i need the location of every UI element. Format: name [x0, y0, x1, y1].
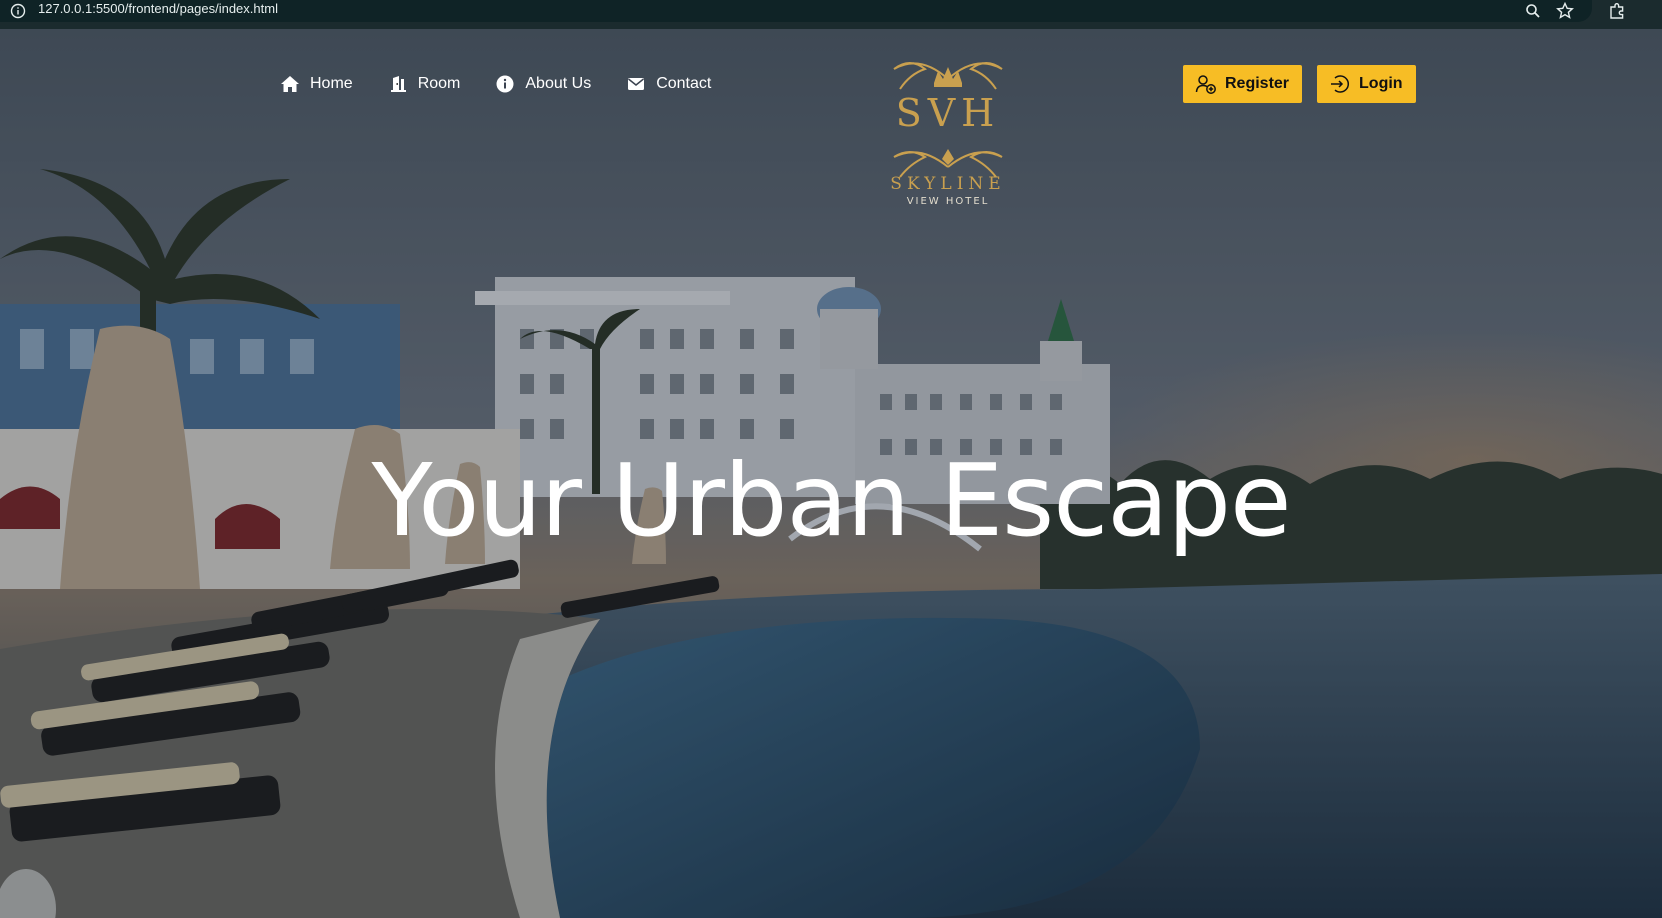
login-icon: [1329, 73, 1351, 95]
nav-link-home[interactable]: Home: [280, 74, 353, 94]
logo-name: SKYLINE: [890, 174, 1006, 194]
nav-link-room[interactable]: Room: [388, 74, 461, 94]
zoom-icon[interactable]: [1524, 2, 1542, 20]
bookmark-star-icon[interactable]: [1556, 2, 1574, 20]
extensions-icon[interactable]: [1608, 2, 1626, 20]
door-icon: [388, 74, 408, 94]
envelope-icon: [626, 74, 646, 94]
nav-link-about[interactable]: About Us: [495, 74, 591, 94]
home-icon: [280, 74, 300, 94]
logo-monogram: SVH: [895, 91, 1001, 135]
info-icon[interactable]: [10, 3, 26, 19]
nav-label-room: Room: [417, 75, 461, 92]
add-user-icon: [1195, 73, 1217, 95]
browser-address-bar: 127.0.0.1:5500/frontend/pages/index.html: [0, 0, 1662, 29]
hero-headline: Your Urban Escape: [371, 442, 1291, 559]
nav-link-contact[interactable]: Contact: [626, 74, 711, 94]
url-text: 127.0.0.1:5500/frontend/pages/index.html: [38, 1, 278, 16]
main-nav: Home Room About Us Contact: [280, 71, 746, 97]
register-label: Register: [1225, 75, 1290, 92]
auth-buttons: Register Login: [1183, 65, 1431, 103]
url-field[interactable]: 127.0.0.1:5500/frontend/pages/index.html: [0, 0, 1592, 22]
register-button[interactable]: Register: [1183, 65, 1303, 103]
login-label: Login: [1359, 75, 1403, 92]
nav-label-contact: Contact: [656, 75, 712, 92]
hero-section: Home Room About Us Contact SVH SKYLINE V…: [0, 29, 1662, 918]
nav-label-about: About Us: [525, 75, 592, 92]
nav-label-home: Home: [310, 75, 353, 92]
login-button[interactable]: Login: [1317, 65, 1416, 103]
hotel-logo[interactable]: SVH SKYLINE VIEW HOTEL: [880, 49, 1016, 221]
info-circle-icon: [495, 74, 515, 94]
logo-subtitle: VIEW HOTEL: [906, 196, 990, 207]
